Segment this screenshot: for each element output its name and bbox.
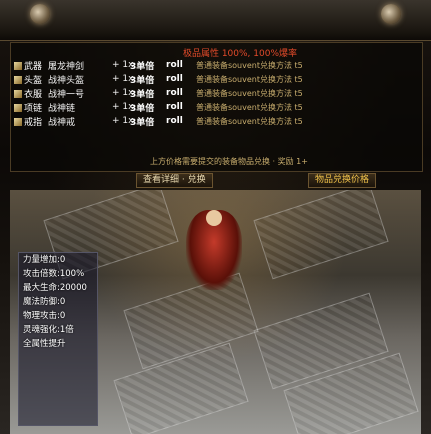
player-character-head: [206, 210, 222, 226]
item-count: + 1x: [112, 116, 134, 126]
view-details-button[interactable]: 查看详细 · 兑换: [136, 173, 213, 188]
item-row[interactable]: 头盔 战神头盔 + 1x 3单倍 roll 普通装备souvent兑换方法 t5: [14, 72, 414, 86]
item-multiplier: 3单倍: [130, 61, 155, 72]
item-roll: roll: [166, 74, 183, 84]
item-count: + 1x: [112, 88, 134, 98]
item-multiplier: 3单倍: [130, 103, 155, 114]
top-ornament-bar: [0, 0, 431, 41]
character-stats-panel: 力量增加:0 攻击倍数:100% 最大生命:20000 魔法防御:0 物理攻击:…: [18, 252, 98, 426]
panel-button-bar: 查看详细 · 兑换 物品兑换价格: [120, 173, 400, 188]
item-icon: [14, 118, 22, 126]
item-hint: 普通装备souvent兑换方法 t5: [196, 116, 303, 126]
item-slot: 衣服: [14, 87, 48, 100]
ornament-gem-icon: [30, 4, 50, 24]
item-icon: [14, 90, 22, 98]
item-roll: roll: [166, 102, 183, 112]
stat-line: 物理攻击:0: [23, 311, 66, 321]
item-roll: roll: [166, 116, 183, 126]
item-multiplier: 3单倍: [130, 89, 155, 100]
item-row[interactable]: 戒指 战神戒 + 1x 3单倍 roll 普通装备souvent兑换方法 t5: [14, 114, 414, 128]
ornament-gem-icon: [381, 4, 401, 24]
item-slot: 戒指: [14, 115, 48, 128]
item-icon: [14, 76, 22, 84]
stat-line: 力量增加:0: [23, 255, 66, 265]
item-hint: 普通装备souvent兑换方法 t5: [196, 102, 303, 112]
item-icon: [14, 62, 22, 70]
item-name: 屠龙神剑: [48, 61, 85, 72]
stat-line: 全属性提升: [23, 339, 66, 349]
item-slot: 项链: [14, 101, 48, 114]
item-icon: [14, 104, 22, 112]
item-slot: 头盔: [14, 73, 48, 86]
panel-footer-text: 上方价格需要提交的装备物品兑换 · 奖励 1+: [150, 157, 308, 166]
item-name: 战神头盔: [48, 75, 85, 86]
item-row[interactable]: 衣服 战神一号 + 1x 3单倍 roll 普通装备souvent兑换方法 t5: [14, 86, 414, 100]
stat-line: 攻击倍数:100%: [23, 269, 85, 279]
item-multiplier: 3单倍: [130, 75, 155, 86]
item-count: + 1x: [112, 74, 134, 84]
item-slot: 武器: [14, 59, 48, 72]
stat-line: 魔法防御:0: [23, 297, 66, 307]
item-count: + 1x: [112, 60, 134, 70]
item-list: 武器 屠龙神剑 + 1x 3单倍 roll 普通装备souvent兑换方法 t5…: [14, 58, 414, 128]
item-name: 战神戒: [48, 117, 76, 128]
item-roll: roll: [166, 60, 183, 70]
item-name: 战神链: [48, 103, 76, 114]
stat-line: 最大生命:20000: [23, 283, 87, 293]
item-hint: 普通装备souvent兑换方法 t5: [196, 88, 303, 98]
item-count: + 1x: [112, 102, 134, 112]
item-row[interactable]: 武器 屠龙神剑 + 1x 3单倍 roll 普通装备souvent兑换方法 t5: [14, 58, 414, 72]
item-multiplier: 3单倍: [130, 117, 155, 128]
floor-tile: [253, 190, 389, 280]
item-hint: 普通装备souvent兑换方法 t5: [196, 74, 303, 84]
exchange-price-button[interactable]: 物品兑换价格: [307, 173, 376, 188]
stat-line: 灵魂强化:1倍: [23, 325, 74, 335]
item-row[interactable]: 项链 战神链 + 1x 3单倍 roll 普通装备souvent兑换方法 t5: [14, 100, 414, 114]
item-roll: roll: [166, 88, 183, 98]
item-name: 战神一号: [48, 89, 85, 100]
item-hint: 普通装备souvent兑换方法 t5: [196, 60, 303, 70]
